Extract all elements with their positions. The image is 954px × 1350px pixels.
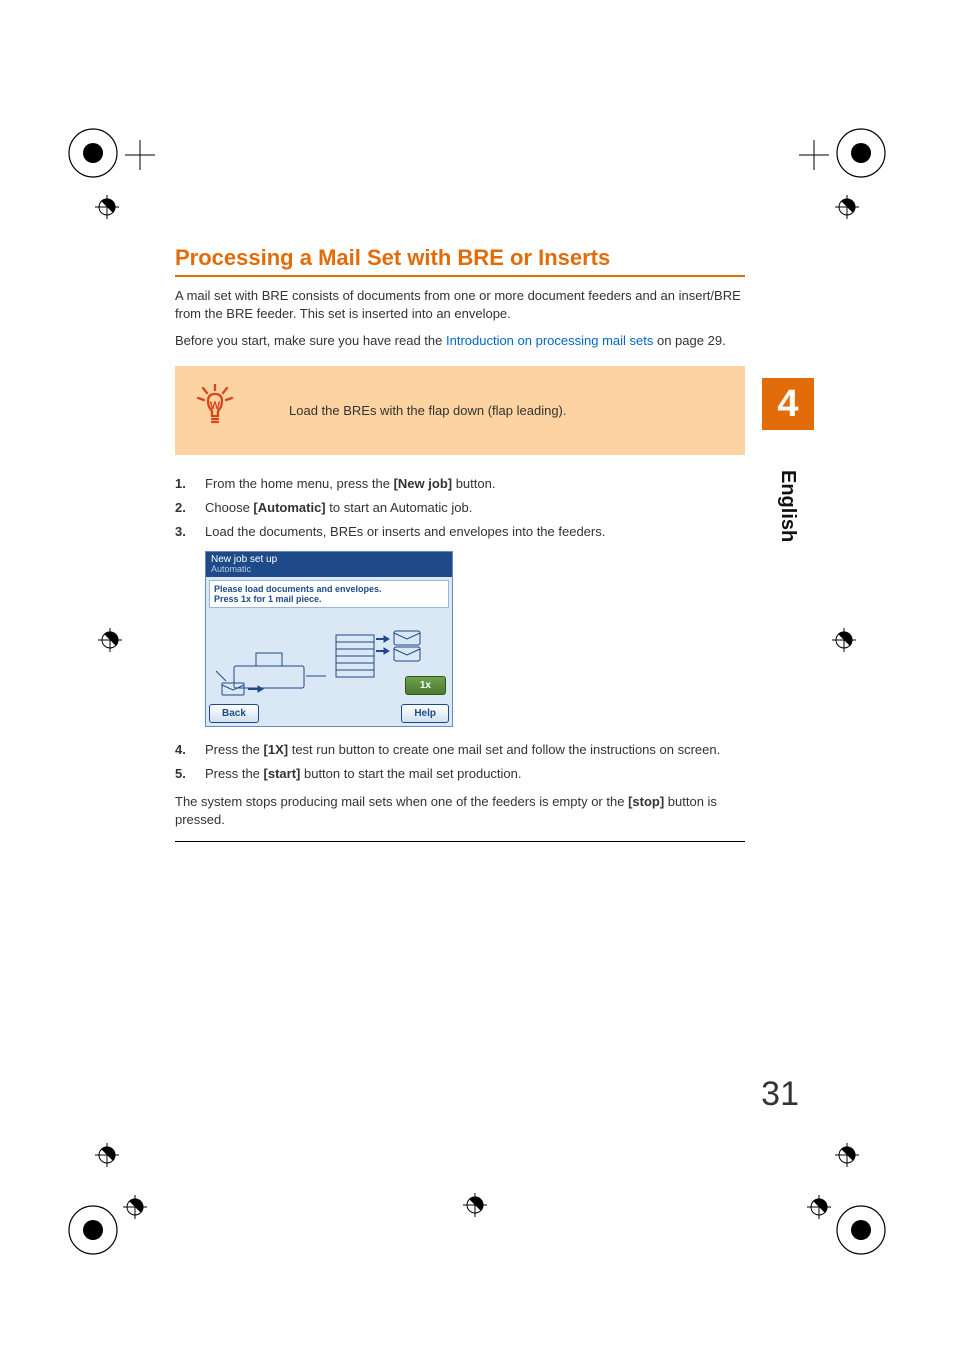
svg-text:W: W [210, 400, 221, 412]
step-number: 1. [175, 475, 205, 493]
intro-paragraph-2: Before you start, make sure you have rea… [175, 332, 745, 350]
msg-line-2: Press 1x for 1 mail piece. [214, 594, 444, 604]
step-number: 5. [175, 765, 205, 783]
screenshot-message: Please load documents and envelopes. Pre… [209, 580, 449, 608]
intro-2-post: on page 29. [653, 333, 725, 348]
section-heading: Processing a Mail Set with BRE or Insert… [175, 245, 745, 277]
step-number: 4. [175, 741, 205, 759]
tip-callout: W Load the BREs with the flap down (flap… [175, 366, 745, 455]
intro-link[interactable]: Introduction on processing mail sets [446, 333, 653, 348]
screenshot-button-row: Back Help [206, 701, 452, 726]
step-number: 3. [175, 523, 205, 541]
footer-bold: [stop] [628, 794, 664, 809]
tip-text: Load the BREs with the flap down (flap l… [289, 403, 567, 418]
page-content: Processing a Mail Set with BRE or Insert… [175, 245, 745, 852]
footer-note: The system stops producing mail sets whe… [175, 793, 745, 841]
step-number: 2. [175, 499, 205, 517]
step-1: 1. From the home menu, press the [New jo… [175, 475, 745, 493]
screenshot-titlebar: New job set up Automatic [206, 552, 452, 577]
chapter-number: 4 [777, 383, 798, 426]
step-4: 4. Press the [1X] test run button to cre… [175, 741, 745, 759]
steps-list-2: 4. Press the [1X] test run button to cre… [175, 741, 745, 783]
crop-mark-tl [65, 125, 155, 225]
screenshot-1x-button: 1x [405, 676, 446, 695]
crop-mark-bl [65, 1135, 155, 1255]
steps-list: 1. From the home menu, press the [New jo… [175, 475, 745, 542]
step-5: 5. Press the [start] button to start the… [175, 765, 745, 783]
ui-screenshot: New job set up Automatic Please load doc… [205, 551, 453, 727]
language-label: English [776, 470, 799, 542]
step-text: Choose [Automatic] to start an Automatic… [205, 499, 745, 517]
step-text: Press the [start] button to start the ma… [205, 765, 745, 783]
reg-mark-bottom [460, 1190, 490, 1220]
screenshot-help-button: Help [401, 704, 449, 723]
intro-2-pre: Before you start, make sure you have rea… [175, 333, 446, 348]
step-text: Load the documents, BREs or inserts and … [205, 523, 745, 541]
lightbulb-icon: W [195, 384, 249, 437]
msg-line-1: Please load documents and envelopes. [214, 584, 444, 594]
step-text: From the home menu, press the [New job] … [205, 475, 745, 493]
screenshot-subtitle: Automatic [211, 565, 447, 575]
crop-mark-br [799, 1135, 889, 1255]
footer-pre: The system stops producing mail sets whe… [175, 794, 628, 809]
step-text: Press the [1X] test run button to create… [205, 741, 745, 759]
chapter-tab: 4 [762, 378, 814, 430]
step-2: 2. Choose [Automatic] to start an Automa… [175, 499, 745, 517]
intro-paragraph-1: A mail set with BRE consists of document… [175, 287, 745, 322]
screenshot-diagram: 1x [206, 611, 452, 701]
page-number: 31 [761, 1075, 799, 1114]
step-3: 3. Load the documents, BREs or inserts a… [175, 523, 745, 541]
reg-mark-left [95, 625, 125, 655]
reg-mark-right [829, 625, 859, 655]
screenshot-back-button: Back [209, 704, 259, 723]
crop-mark-tr [799, 125, 889, 225]
